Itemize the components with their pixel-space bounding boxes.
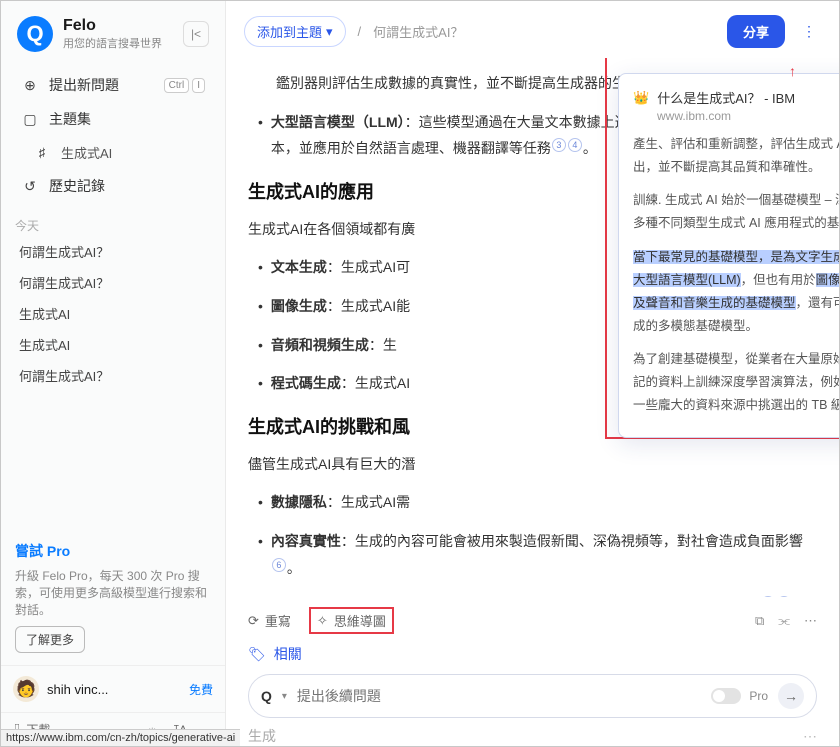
pro-card: 嘗試 Pro 升級 Felo Pro，每天 300 次 Pro 搜索，可使用更多…	[1, 529, 225, 665]
plan-badge: 免費	[189, 681, 213, 698]
copy-button[interactable]: ⧉	[755, 613, 764, 629]
sidebar: Q Felo用您的語言搜尋世界 |< ⊕ 提出新問題 CtrlI ▢主題集 ♯生…	[1, 1, 226, 746]
avatar: 🧑	[13, 676, 39, 702]
citation-tooltip: ↑ 👑什么是生成式AI？ - IBM www.ibm.com 產生、評估和重新調…	[618, 73, 839, 438]
add-to-topic-button[interactable]: 添加到主題▾	[244, 16, 346, 47]
chevron-down-icon[interactable]: ▾	[282, 691, 287, 702]
history-item[interactable]: 何謂生成式AI？	[1, 236, 225, 267]
history-item[interactable]: 生成式AI	[1, 329, 225, 360]
related-label: 相關	[274, 644, 302, 664]
breadcrumb-sep: /	[358, 24, 362, 39]
hash-icon: ♯	[33, 145, 51, 160]
content: 鑑別器則評估生成數據的真實性，並不斷提高生成器的生成能力56。 •大型語言模型（…	[226, 58, 839, 597]
menu-button[interactable]: ⋮	[797, 20, 821, 44]
tag-icon: 🏷	[248, 646, 266, 663]
pro-toggle[interactable]	[711, 688, 741, 704]
clock-icon: ↺	[21, 178, 39, 195]
topics-button[interactable]: ▢主題集	[11, 102, 215, 136]
tooltip-title[interactable]: 什么是生成式AI？ - IBM	[657, 88, 795, 107]
chevron-down-icon: ▾	[326, 24, 333, 40]
breadcrumb: 何謂生成式AI？	[373, 22, 463, 41]
mindmap-icon: ✧	[317, 613, 328, 629]
share-icon[interactable]: ⫘	[778, 613, 790, 629]
bookmark-icon: ▢	[21, 111, 39, 128]
plus-circle-icon: ⊕	[21, 77, 39, 94]
tooltip-body: 產生、評估和重新調整，評估生成式 AI 應用程式的輸出，並不斷提高其品質和準確性…	[633, 133, 839, 423]
new-question-button[interactable]: ⊕ 提出新問題 CtrlI	[11, 68, 215, 102]
main: 添加到主題▾ / 何謂生成式AI？ 分享 ⋮ 鑑別器則評估生成數據的真實性，並不…	[226, 1, 839, 746]
today-label: 今天	[1, 209, 225, 236]
arrow-icon: ↑	[789, 63, 796, 79]
followup-input[interactable]	[297, 688, 701, 704]
learn-more-button[interactable]: 了解更多	[15, 626, 85, 653]
status-bar-url: https://www.ibm.com/cn-zh/topics/generat…	[1, 729, 240, 746]
user-bar[interactable]: 🧑 shih vinc... 免費	[1, 665, 225, 712]
history-item[interactable]: 生成式AI	[1, 298, 225, 329]
pro-title: 嘗試 Pro	[15, 541, 211, 561]
logo: Q	[17, 16, 53, 52]
refresh-icon: ⟳	[248, 613, 259, 629]
generating-label: 生成	[248, 726, 276, 746]
collapse-button[interactable]: |<	[183, 21, 209, 47]
followup-input-bar: Q▾ Pro →	[248, 674, 817, 718]
share-button[interactable]: 分享	[727, 15, 785, 48]
new-question-label: 提出新問題	[49, 75, 119, 95]
pro-desc: 升級 Felo Pro，每天 300 次 Pro 搜索，可使用更多高級模型進行搜…	[15, 567, 211, 618]
history-item[interactable]: 何謂生成式AI？	[1, 360, 225, 391]
history-button[interactable]: ↺歷史記錄	[11, 169, 215, 203]
rewrite-button[interactable]: ⟳重寫	[248, 611, 291, 630]
tooltip-domain: www.ibm.com	[657, 109, 839, 123]
tagline: 用您的語言搜尋世界	[63, 35, 162, 51]
ellipsis-icon: ⋯	[803, 728, 817, 745]
search-icon[interactable]: Q	[261, 688, 272, 704]
brand: Felo	[63, 17, 162, 35]
more-button[interactable]: ⋯	[804, 613, 817, 629]
crown-icon: 👑	[633, 90, 649, 106]
submit-button[interactable]: →	[778, 683, 804, 709]
username: shih vinc...	[47, 682, 108, 697]
topic-item[interactable]: ♯生成式AI	[11, 136, 215, 169]
history-item[interactable]: 何謂生成式AI？	[1, 267, 225, 298]
mindmap-button[interactable]: ✧思維導圖	[309, 607, 394, 634]
